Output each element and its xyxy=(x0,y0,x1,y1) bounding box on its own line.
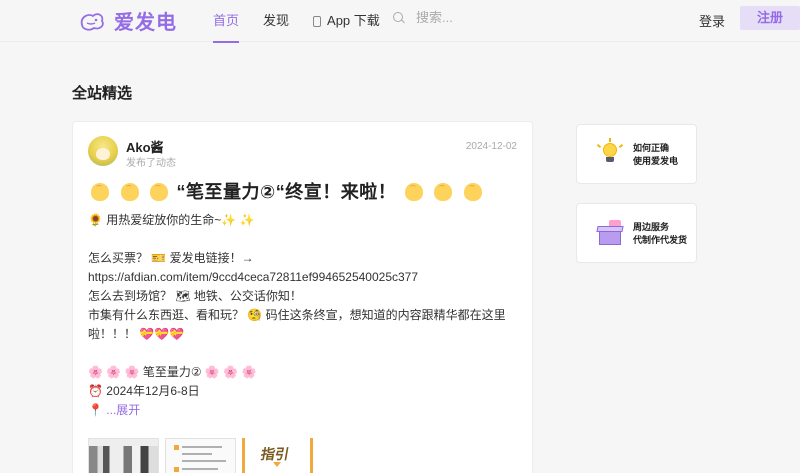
side-card-text: 如何正确 使用爱发电 xyxy=(633,142,678,168)
nav-home-label: 首页 xyxy=(213,13,240,28)
arrow-down-icon xyxy=(273,462,281,467)
post-headline: “笔至量力②“终宣！来啦！ xyxy=(88,178,485,204)
post-body: 🌻 用热爱绽放你的生命~✨ ✨ 怎么买票？ 🎫 爱发电链接！→ https://… xyxy=(88,211,518,420)
post-image-thumbnail[interactable] xyxy=(165,438,236,473)
post-image-thumbnail[interactable]: 指引 xyxy=(242,438,313,473)
logo-text: 爱发电 xyxy=(114,12,177,34)
search-input[interactable] xyxy=(416,10,536,25)
side-card-line: 如何正确 xyxy=(633,143,670,153)
clap-icon xyxy=(150,183,169,201)
post-line: 市集有什么东西逛、看和玩？ 🧐 码住这条终宣，想知道的内容跟精华都在这里 xyxy=(88,308,506,322)
pin-icon: 📍 xyxy=(88,403,107,417)
post-line xyxy=(88,344,518,363)
side-card-how-to-use[interactable]: 如何正确 使用爱发电 xyxy=(576,124,697,184)
nav-discover[interactable]: 发现 xyxy=(263,0,289,42)
post-line: 🌻 用热爱绽放你的生命~✨ ✨ xyxy=(88,213,255,227)
logo[interactable]: 爱发电 xyxy=(78,6,177,35)
post-image-strip: 指引 xyxy=(88,438,319,473)
nav-app-download[interactable]: App 下载 xyxy=(313,0,380,42)
search-icon[interactable] xyxy=(393,11,405,24)
nav-home[interactable]: 首页 xyxy=(213,0,240,43)
avatar[interactable] xyxy=(88,136,118,166)
package-icon xyxy=(595,218,625,248)
expand-row: 📍 ...展开 xyxy=(88,401,518,420)
post-date: 2024-12-02 xyxy=(465,141,517,152)
main-nav: 首页 发现 App 下载 xyxy=(213,0,404,43)
clap-icon xyxy=(91,183,109,201)
post-line: 怎么买票？ 🎫 爱发电链接！→ xyxy=(88,251,254,265)
side-card-merch-service[interactable]: 周边服务 代制作代发货 xyxy=(576,203,697,263)
post-subline: 发布了动态 xyxy=(126,158,176,169)
post-line: 怎么去到场馆？ 🗺 地铁、公交话你知！ xyxy=(88,289,302,303)
phone-icon xyxy=(313,15,322,27)
clap-icon xyxy=(120,183,139,201)
search-box xyxy=(393,10,536,25)
login-button[interactable]: 登录 xyxy=(699,11,725,30)
nav-discover-label: 发现 xyxy=(263,13,290,28)
expand-link[interactable]: ...展开 xyxy=(106,403,140,417)
post-line: ⏰ 2024年12月6-8日 xyxy=(88,384,200,398)
post-line xyxy=(88,230,518,249)
post-link[interactable]: https://afdian.com/item/9ccd4ceca72811ef… xyxy=(88,268,518,287)
nav-app-download-label: App 下载 xyxy=(327,13,380,28)
register-button[interactable]: 注册 xyxy=(740,6,800,30)
post-line: 🌸 🌸 🌸 笔至量力② 🌸 🌸 🌸 xyxy=(88,365,257,379)
section-title: 全站精选 xyxy=(72,85,133,102)
side-card-text: 周边服务 代制作代发货 xyxy=(633,221,687,247)
logo-icon xyxy=(78,9,106,33)
clap-icon xyxy=(434,183,453,201)
clap-icon xyxy=(463,183,482,201)
post-headline-text: “笔至量力②“终宣！来啦！ xyxy=(176,182,397,202)
post-card[interactable]: Ako酱 发布了动态 2024-12-02 “笔至量力②“终宣！来啦！ 🌻 用热… xyxy=(72,121,533,473)
thumbnail-text: 指引 xyxy=(259,446,291,462)
lightbulb-icon xyxy=(595,138,625,169)
side-card-line: 代制作代发货 xyxy=(633,235,688,245)
side-card-line: 周边服务 xyxy=(633,222,670,232)
post-image-thumbnail[interactable] xyxy=(88,438,159,473)
clap-icon xyxy=(404,183,423,201)
top-navigation-bar: 爱发电 首页 发现 App 下载 登录 注册 xyxy=(0,0,800,43)
post-line: 啦！！！ 💝💝💝 xyxy=(88,327,185,341)
side-card-line: 使用爱发电 xyxy=(633,156,679,166)
